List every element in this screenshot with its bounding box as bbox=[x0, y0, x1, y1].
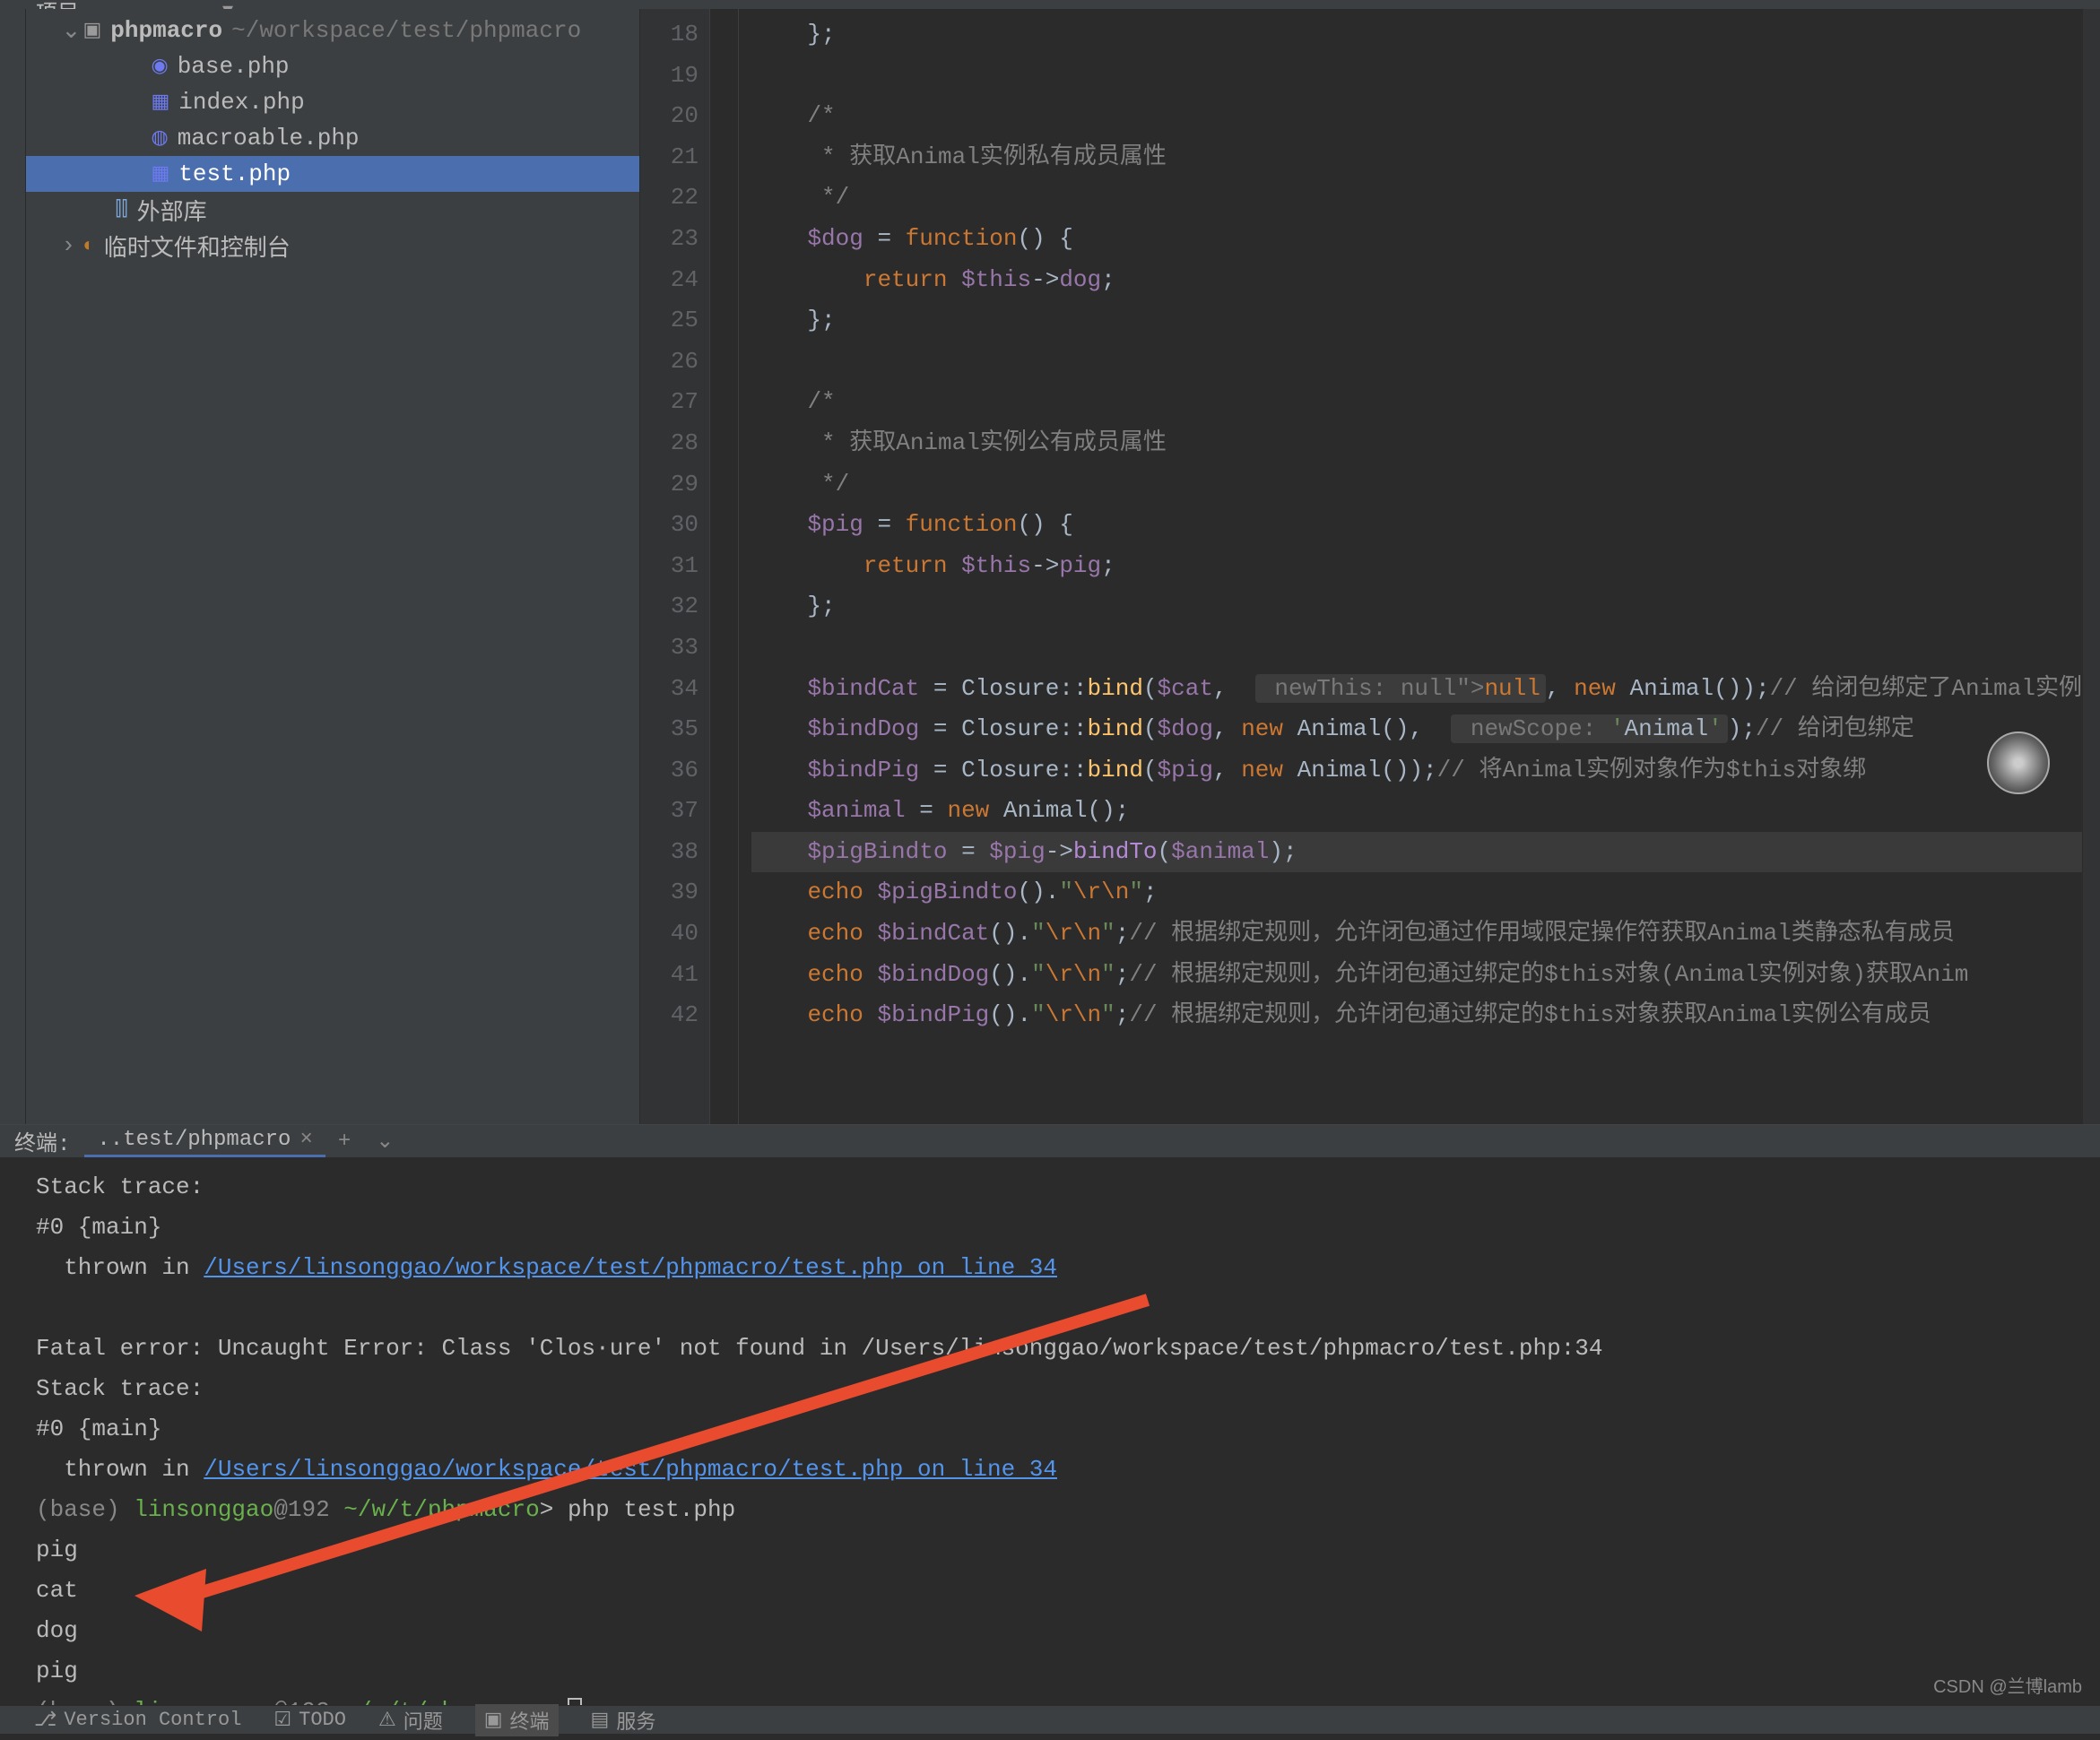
prompt-at: @ bbox=[273, 1496, 288, 1523]
chevron-down-icon[interactable]: ⌄ bbox=[62, 17, 83, 45]
code-line-40[interactable]: echo $bindCat()."\r\n";// 根据绑定规则，允许闭包通过作… bbox=[751, 913, 2082, 955]
code-line-18[interactable]: }; bbox=[751, 14, 2082, 56]
code-line-35[interactable]: $bindDog = Closure::bind($dog, new Anima… bbox=[751, 709, 2082, 750]
scratches-label: 临时文件和控制台 bbox=[104, 229, 291, 263]
code-line-39[interactable]: echo $pigBindto()."\r\n"; bbox=[751, 872, 2082, 913]
prompt-gt: > bbox=[540, 1496, 568, 1523]
code-line-20[interactable]: /* bbox=[751, 96, 2082, 137]
php-file-icon: ▦ bbox=[152, 91, 170, 114]
status-services[interactable]: ▤服务 bbox=[591, 1706, 656, 1735]
php-file-icon: ▦ bbox=[152, 162, 170, 186]
terminal-tabs-bar: 终端: ..test/phpmacro × + ⌄ bbox=[0, 1125, 2100, 1158]
prompt-base: (base) bbox=[36, 1496, 134, 1523]
code-line-33[interactable] bbox=[751, 628, 2082, 669]
code-line-24[interactable]: return $this->dog; bbox=[751, 260, 2082, 301]
term-line: Fatal error: Uncaught Error: Class 'Clos… bbox=[36, 1335, 1602, 1362]
code-line-32[interactable]: }; bbox=[751, 586, 2082, 628]
branch-icon: ⎇ bbox=[34, 1709, 56, 1732]
library-icon: ⫿⫿ bbox=[116, 199, 128, 221]
file-label: base.php bbox=[178, 53, 290, 80]
term-out: dog bbox=[36, 1617, 78, 1644]
file-label: test.php bbox=[178, 160, 291, 187]
terminal-tab[interactable]: ..test/phpmacro × bbox=[84, 1125, 325, 1157]
terminal-icon: ▣ bbox=[484, 1709, 503, 1732]
code-line-27[interactable]: /* bbox=[751, 382, 2082, 423]
code-line-36[interactable]: $bindPig = Closure::bind($pig, new Anima… bbox=[751, 750, 2082, 792]
scratches-row[interactable]: › ◐ 临时文件和控制台 bbox=[26, 228, 640, 264]
code-line-37[interactable]: $animal = new Animal(); bbox=[751, 791, 2082, 832]
file-index-php[interactable]: ▦ index.php bbox=[26, 84, 640, 120]
watermark: CSDN @兰博lamb bbox=[1933, 1672, 2082, 1698]
code-line-41[interactable]: echo $bindDog()."\r\n";// 根据绑定规则，允许闭包通过绑… bbox=[751, 955, 2082, 996]
scratch-icon: ◐ bbox=[83, 235, 95, 257]
close-icon[interactable]: × bbox=[299, 1128, 312, 1152]
code-line-26[interactable] bbox=[751, 342, 2082, 383]
terminal-dropdown-button[interactable]: ⌄ bbox=[363, 1128, 406, 1155]
code-line-21[interactable]: * 获取Animal实例私有成员属性 bbox=[751, 137, 2082, 178]
add-terminal-button[interactable]: + bbox=[325, 1130, 363, 1154]
external-libraries-row[interactable]: ⫿⫿ 外部库 bbox=[26, 192, 640, 228]
term-line: Stack trace: bbox=[36, 1375, 204, 1402]
term-out: pig bbox=[36, 1658, 78, 1684]
project-path: ~/workspace/test/phpmacro bbox=[231, 17, 581, 44]
status-bar: ⎇Version Control ☑TODO ⚠问题 ▣终端 ▤服务 bbox=[0, 1705, 2100, 1734]
code-line-25[interactable]: }; bbox=[751, 300, 2082, 342]
terminal-tab-label: ..test/phpmacro bbox=[97, 1128, 291, 1152]
file-tree: ⌄ ▣ phpmacro ~/workspace/test/phpmacro ◉… bbox=[26, 9, 640, 267]
term-command: php test.php bbox=[568, 1496, 735, 1523]
file-macroable-php[interactable]: ◍ macroable.php bbox=[26, 120, 640, 156]
term-out: pig bbox=[36, 1537, 78, 1563]
term-line: thrown in bbox=[36, 1254, 204, 1281]
code-line-19[interactable] bbox=[751, 56, 2082, 97]
term-line: #0 {main} bbox=[36, 1415, 161, 1442]
prompt-host: 192 bbox=[288, 1496, 330, 1523]
code-line-23[interactable]: $dog = function() { bbox=[751, 219, 2082, 260]
php-file-icon: ◍ bbox=[152, 126, 169, 150]
editor-tabs bbox=[814, 0, 2100, 9]
external-libs-label: 外部库 bbox=[137, 194, 207, 227]
code-line-34[interactable]: $bindCat = Closure::bind($cat, newThis: … bbox=[751, 669, 2082, 710]
php-file-icon: ◉ bbox=[152, 55, 169, 78]
file-label: index.php bbox=[178, 89, 304, 116]
term-line: thrown in bbox=[36, 1456, 204, 1483]
code-line-30[interactable]: $pig = function() { bbox=[751, 505, 2082, 546]
project-root-row[interactable]: ⌄ ▣ phpmacro ~/workspace/test/phpmacro bbox=[26, 13, 640, 48]
todo-icon: ☑ bbox=[273, 1709, 291, 1732]
terminal-output[interactable]: Stack trace: #0 {main} thrown in /Users/… bbox=[0, 1158, 2100, 1740]
terminal-label: 终端: bbox=[0, 1125, 84, 1157]
term-line: #0 {main} bbox=[36, 1214, 161, 1241]
term-out: cat bbox=[36, 1577, 78, 1604]
project-name: phpmacro bbox=[110, 17, 222, 44]
folder-icon: ▣ bbox=[83, 19, 102, 42]
code-line-31[interactable]: return $this->pig; bbox=[751, 546, 2082, 587]
code-line-22[interactable]: */ bbox=[751, 177, 2082, 219]
floating-assistant-icon[interactable] bbox=[1987, 731, 2050, 794]
prompt-path: ~/w/t/phpmacro bbox=[330, 1496, 540, 1523]
problems-icon: ⚠ bbox=[378, 1709, 396, 1732]
code-line-38[interactable]: $pigBindto = $pig->bindTo($animal); bbox=[751, 832, 2082, 873]
services-icon: ▤ bbox=[591, 1709, 610, 1732]
file-test-php[interactable]: ▦ test.php bbox=[26, 156, 640, 192]
chevron-right-icon[interactable]: › bbox=[62, 232, 83, 259]
code-line-42[interactable]: echo $bindPig()."\r\n";// 根据绑定规则，允许闭包通过绑… bbox=[751, 995, 2082, 1036]
prompt-user: linsonggao bbox=[134, 1496, 273, 1523]
status-todo[interactable]: ☑TODO bbox=[273, 1709, 346, 1732]
file-label: macroable.php bbox=[178, 125, 360, 151]
terminal-panel: 终端: ..test/phpmacro × + ⌄ Stack trace: #… bbox=[0, 1124, 2100, 1705]
file-base-php[interactable]: ◉ base.php bbox=[26, 48, 640, 84]
terminal-link[interactable]: /Users/linsonggao/workspace/test/phpmacr… bbox=[204, 1456, 1057, 1483]
status-problems[interactable]: ⚠问题 bbox=[378, 1706, 443, 1735]
code-line-28[interactable]: * 获取Animal实例公有成员属性 bbox=[751, 423, 2082, 464]
code-line-29[interactable]: */ bbox=[751, 464, 2082, 506]
status-terminal[interactable]: ▣终端 bbox=[475, 1704, 559, 1736]
status-vcs[interactable]: ⎇Version Control bbox=[34, 1709, 241, 1732]
term-line: Stack trace: bbox=[36, 1173, 204, 1200]
terminal-link[interactable]: /Users/linsonggao/workspace/test/phpmacr… bbox=[204, 1254, 1057, 1281]
